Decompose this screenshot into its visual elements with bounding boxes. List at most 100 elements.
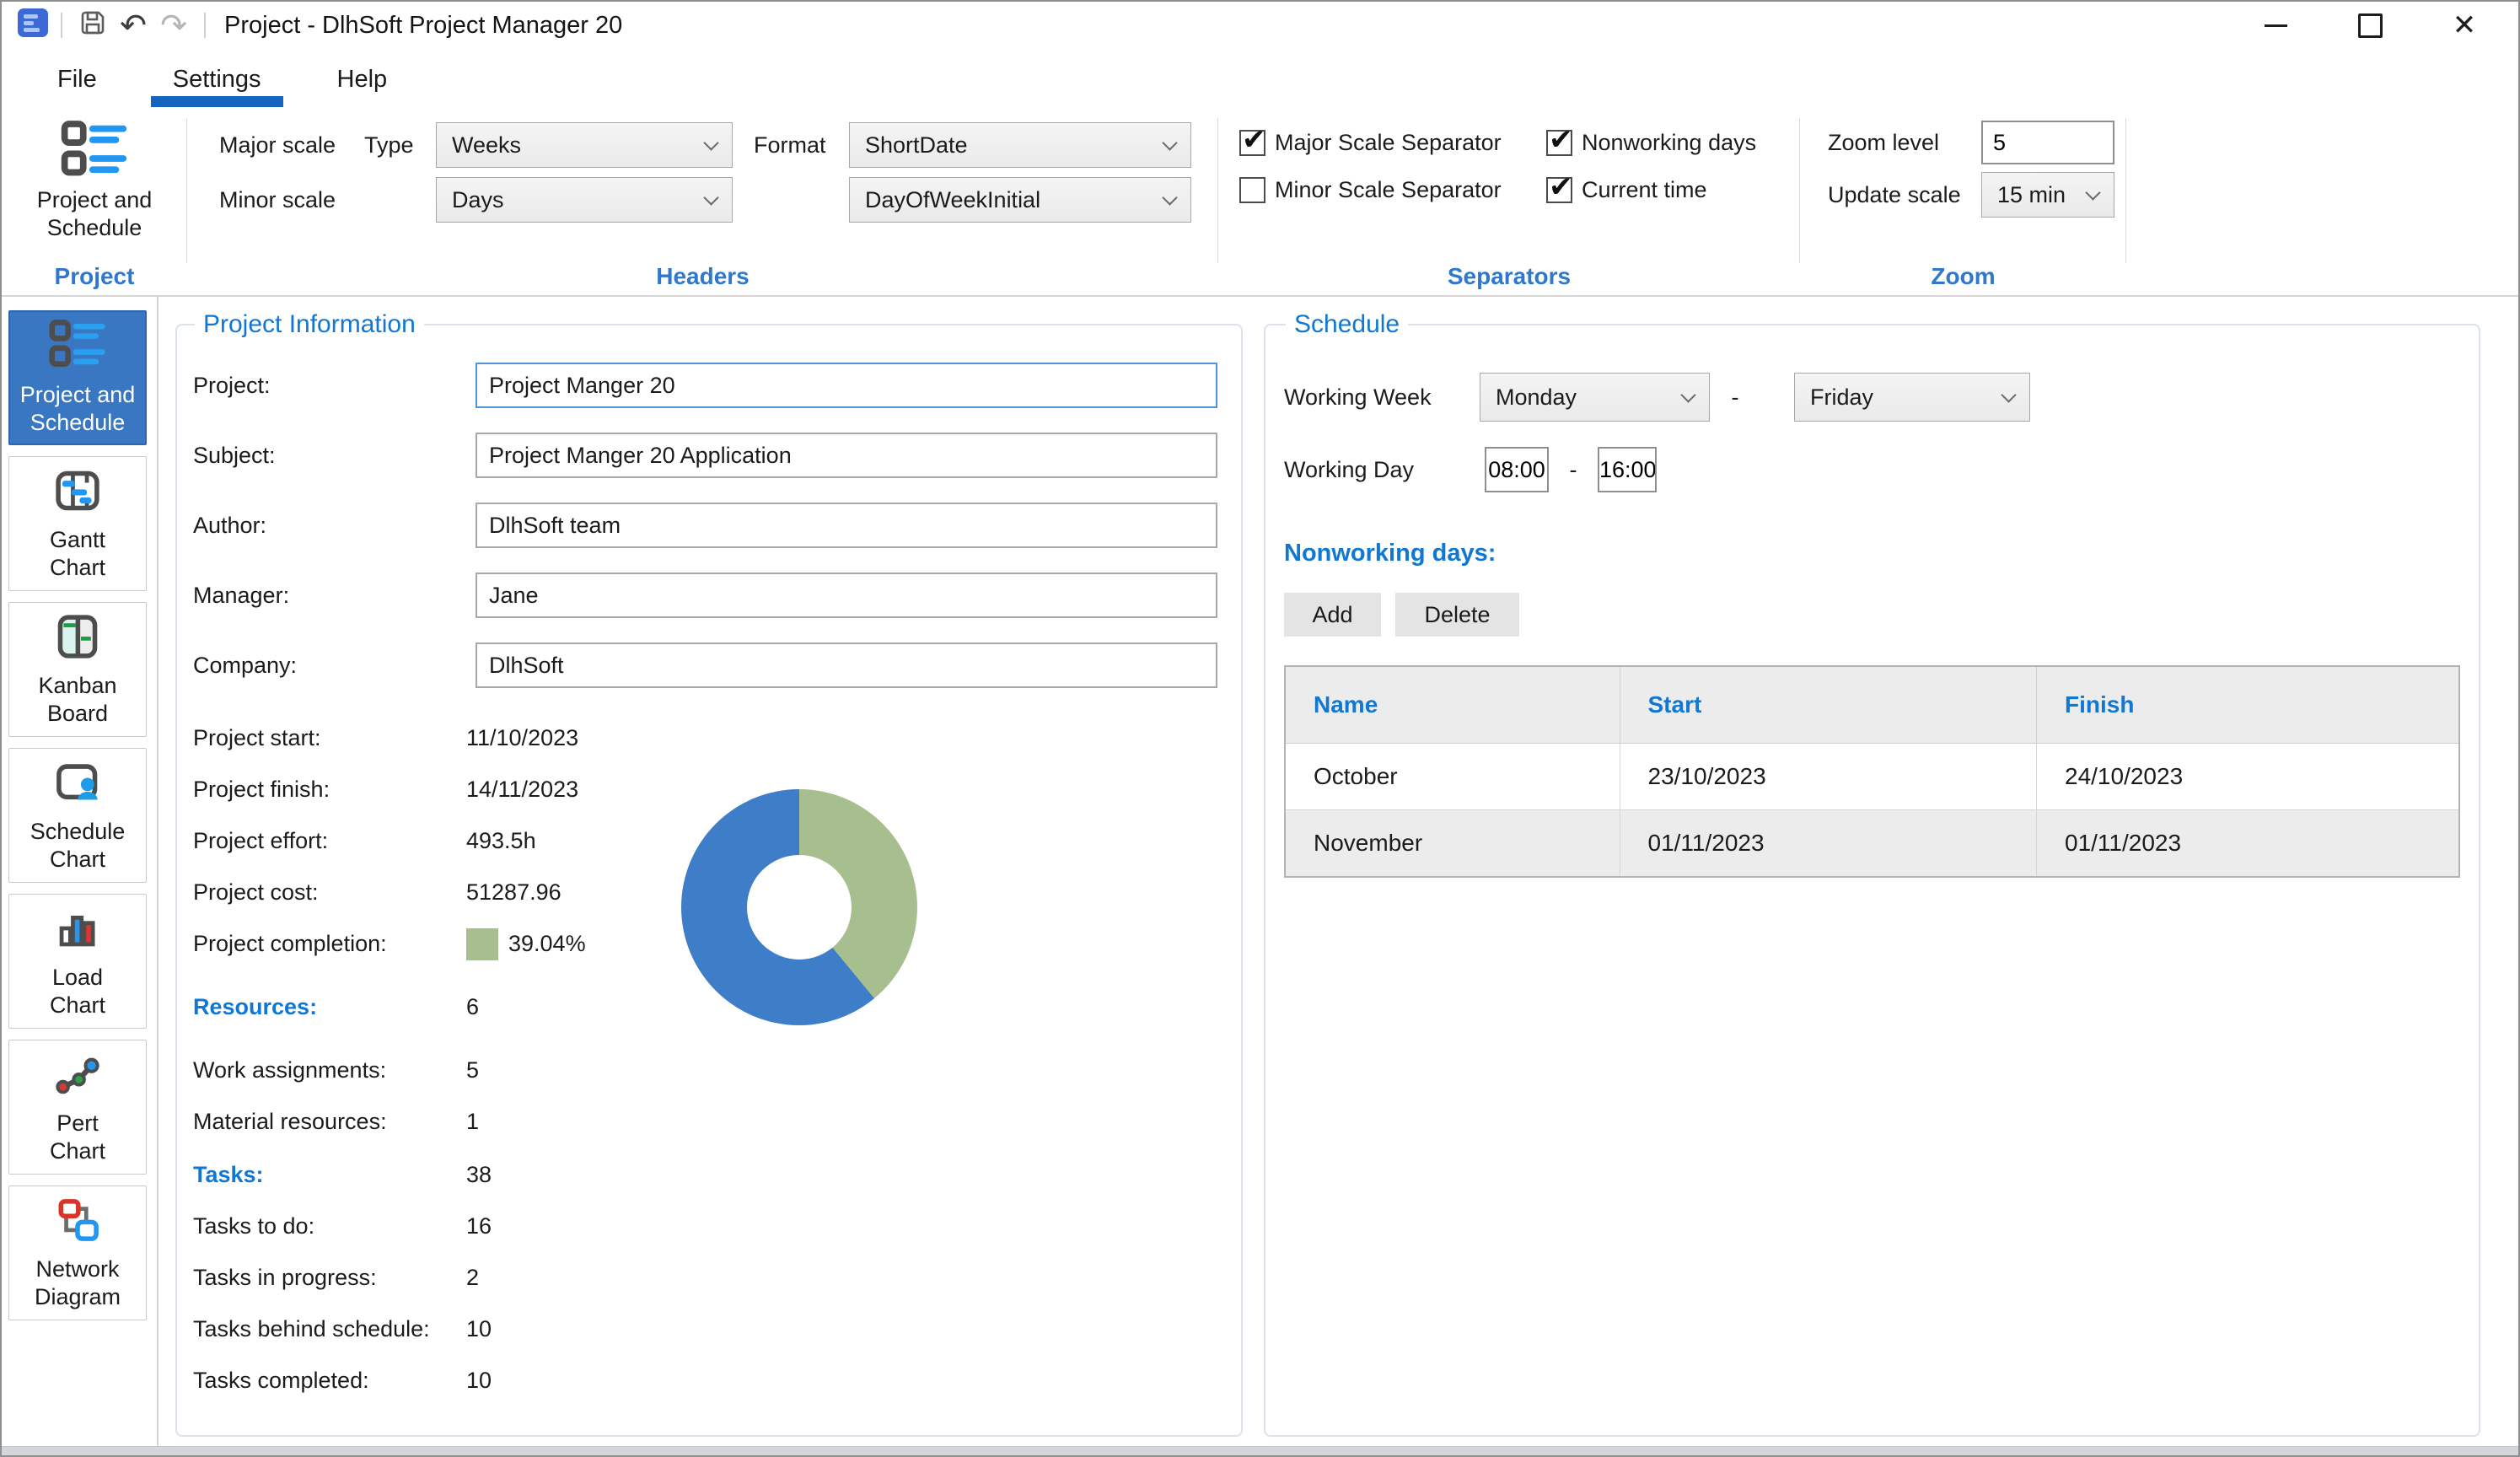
stat-label: Work assignments: [193, 1057, 387, 1083]
column-header-start[interactable]: Start [1619, 665, 2037, 744]
working-day-start-input[interactable] [1485, 447, 1549, 492]
save-button[interactable] [73, 5, 113, 46]
content-area: Project and Schedule Gantt Chart Kanban … [2, 297, 2518, 1447]
menu-file[interactable]: File [46, 52, 109, 107]
sidebar-item-schedule-chart[interactable]: Schedule Chart [8, 748, 147, 883]
menu-help[interactable]: Help [325, 52, 400, 107]
stat-value: 16 [466, 1213, 492, 1239]
manager-field[interactable] [476, 573, 1217, 618]
company-field[interactable] [476, 642, 1217, 688]
maximize-button[interactable] [2343, 4, 2397, 46]
schedule-panel: Schedule Working Week Monday - Friday Wo… [1264, 310, 2480, 1437]
update-scale-dropdown[interactable]: 15 min [1981, 172, 2114, 218]
minor-scale-separator-label: Minor Scale Separator [1275, 176, 1502, 202]
form-row-project: Project: [193, 363, 1241, 408]
sidebar-item-load-chart[interactable]: Load Chart [8, 894, 147, 1029]
window-controls [2249, 4, 2491, 46]
pert-chart-icon [50, 1049, 105, 1110]
undo-button[interactable]: ↶ [113, 5, 153, 46]
sidebar-item-project-and-schedule[interactable]: Project and Schedule [8, 310, 147, 445]
update-scale-label: Update scale [1828, 181, 1961, 207]
close-button[interactable] [2437, 4, 2491, 46]
nonworking-days-checkbox[interactable] [1546, 123, 1573, 157]
column-header-name[interactable]: Name [1284, 665, 1620, 744]
major-scale-separator-checkbox[interactable] [1239, 123, 1266, 157]
separators-row-2: Minor Scale Separator Current time [1239, 169, 1800, 211]
project-field[interactable] [476, 363, 1217, 408]
minimize-button[interactable] [2249, 4, 2302, 46]
cell-finish: 01/11/2023 [2036, 809, 2460, 878]
column-header-finish[interactable]: Finish [2036, 665, 2460, 744]
minor-scale-type-dropdown[interactable]: Days [436, 177, 733, 223]
sidebar-item-label: Project and [19, 382, 136, 407]
ribbon-group-label-zoom: Zoom [1931, 263, 1996, 289]
headers-row-major: Major scale Type Weeks Format ShortDate [219, 121, 1218, 169]
update-scale-value: 15 min [1997, 181, 2066, 207]
nonworking-days-label: Nonworking days: [1284, 540, 1496, 567]
sidebar-item-gantt-chart[interactable]: Gantt Chart [8, 456, 147, 591]
stat-value: 5 [466, 1057, 480, 1083]
stat-tasks-in-progress: Tasks in progress: 2 [193, 1252, 1241, 1304]
working-day-end-input[interactable] [1598, 447, 1657, 492]
minor-scale-format-dropdown[interactable]: DayOfWeekInitial [849, 177, 1191, 223]
sidebar-item-network-diagram[interactable]: Network Diagram [8, 1185, 147, 1320]
tasks-label: Tasks: [193, 1162, 264, 1187]
stat-tasks: Tasks: 38 [193, 1149, 1241, 1201]
subject-field[interactable] [476, 433, 1217, 478]
nonworking-days-table: Name Start Finish October 23/10/2023 24/… [1284, 665, 2460, 878]
author-field[interactable] [476, 503, 1217, 548]
sidebar-item-kanban-board[interactable]: Kanban Board [8, 602, 147, 737]
save-icon [77, 7, 109, 45]
load-chart-icon [50, 903, 105, 964]
stat-tasks-completed: Tasks completed: 10 [193, 1355, 1241, 1406]
company-field-label: Company: [193, 652, 298, 678]
stat-project-finish: Project finish: 14/11/2023 [193, 764, 1241, 815]
working-week-separator: - [1731, 384, 1739, 410]
form-row-manager: Manager: [193, 573, 1241, 618]
table-row[interactable]: November 01/11/2023 01/11/2023 [1284, 809, 2460, 878]
stat-tasks-behind-schedule: Tasks behind schedule: 10 [193, 1304, 1241, 1355]
stat-value: 51287.96 [466, 879, 561, 905]
current-time-checkbox[interactable] [1546, 170, 1573, 204]
project-and-schedule-button[interactable]: Project and Schedule [2, 110, 187, 242]
working-week-to-dropdown[interactable]: Friday [1794, 373, 2030, 422]
project-and-schedule-icon [47, 319, 108, 381]
project-and-schedule-button-label-line1: Project and [36, 187, 153, 212]
add-button[interactable]: Add [1284, 593, 1381, 637]
stat-label: Tasks completed: [193, 1368, 369, 1393]
stat-label: Material resources: [193, 1109, 387, 1134]
form-row-author: Author: [193, 503, 1241, 548]
major-scale-type-dropdown[interactable]: Weeks [436, 122, 733, 168]
delete-button[interactable]: Delete [1395, 593, 1519, 637]
nonworking-days-actions: Add Delete [1284, 593, 2460, 637]
sidebar-item-label: Diagram [34, 1284, 121, 1309]
sidebar: Project and Schedule Gantt Chart Kanban … [2, 297, 159, 1447]
ribbon-group-label-project: Project [54, 263, 135, 289]
sidebar-item-pert-chart[interactable]: Pert Chart [8, 1040, 147, 1175]
nonworking-days-checkbox-label: Nonworking days [1582, 129, 1757, 155]
stat-value: 38 [466, 1162, 492, 1187]
redo-button[interactable]: ↷ [153, 5, 194, 46]
ribbon-group-zoom: Zoom level Update scale 15 min Zoom [1800, 110, 2126, 295]
window-bottom-edge [2, 1446, 2518, 1455]
zoom-level-input[interactable] [1981, 121, 2114, 164]
major-scale-format-dropdown[interactable]: ShortDate [849, 122, 1191, 168]
sidebar-item-label: Chart [49, 992, 106, 1018]
form-row-subject: Subject: [193, 433, 1241, 478]
major-scale-label: Major scale [219, 132, 336, 158]
working-week-from-dropdown[interactable]: Monday [1480, 373, 1710, 422]
schedule-title: Schedule [1294, 310, 1400, 338]
sidebar-item-label: Chart [49, 1138, 106, 1164]
stat-label: Project cost: [193, 879, 319, 905]
cell-finish: 24/10/2023 [2036, 743, 2460, 810]
table-row[interactable]: October 23/10/2023 24/10/2023 [1284, 743, 2460, 810]
undo-icon: ↶ [120, 7, 147, 44]
working-day-label: Working Day [1284, 456, 1415, 482]
project-field-label: Project: [193, 372, 271, 398]
sidebar-item-label: Chart [49, 555, 106, 580]
app-window: ↶ ↷ Project - DlhSoft Project Manager 20… [0, 0, 2520, 1457]
menu-settings[interactable]: Settings [150, 52, 283, 107]
stat-label: Tasks behind schedule: [193, 1316, 430, 1341]
minor-scale-separator-checkbox[interactable] [1239, 176, 1265, 203]
redo-icon: ↷ [160, 7, 187, 44]
